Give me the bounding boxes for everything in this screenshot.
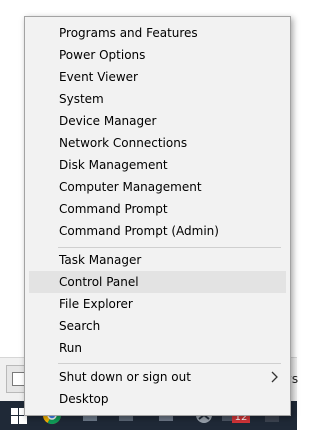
menu-item-label: Network Connections bbox=[59, 136, 188, 150]
menu-separator bbox=[58, 247, 281, 248]
menu-item-label: Search bbox=[59, 319, 101, 333]
menu-item-label: Control Panel bbox=[59, 275, 139, 289]
menu-item-programs-and-features[interactable]: Programs and Features bbox=[29, 22, 286, 44]
menu-item-label: Disk Management bbox=[59, 158, 168, 172]
menu-item-system[interactable]: System bbox=[29, 88, 286, 110]
menu-item-label: File Explorer bbox=[59, 297, 133, 311]
menu-item-control-panel[interactable]: Control Panel bbox=[29, 271, 286, 293]
menu-item-label: Task Manager bbox=[59, 253, 142, 267]
menu-item-shut-down-or-sign-out[interactable]: Shut down or sign out bbox=[29, 366, 286, 388]
menu-item-label: System bbox=[59, 92, 104, 106]
menu-item-label: Run bbox=[59, 341, 83, 355]
menu-item-disk-management[interactable]: Disk Management bbox=[29, 154, 286, 176]
menu-item-label: Device Manager bbox=[59, 114, 157, 128]
menu-item-power-options[interactable]: Power Options bbox=[29, 44, 286, 66]
menu-item-computer-management[interactable]: Computer Management bbox=[29, 176, 286, 198]
menu-item-label: Command Prompt bbox=[59, 202, 168, 216]
menu-item-file-explorer[interactable]: File Explorer bbox=[29, 293, 286, 315]
menu-item-label: Event Viewer bbox=[59, 70, 138, 84]
menu-item-label: Programs and Features bbox=[59, 26, 198, 40]
menu-item-label: Command Prompt (Admin) bbox=[59, 224, 219, 238]
menu-item-command-prompt[interactable]: Command Prompt bbox=[29, 198, 286, 220]
menu-item-device-manager[interactable]: Device Manager bbox=[29, 110, 286, 132]
menu-item-desktop[interactable]: Desktop bbox=[29, 388, 286, 410]
menu-item-search[interactable]: Search bbox=[29, 315, 286, 337]
menu-item-event-viewer[interactable]: Event Viewer bbox=[29, 66, 286, 88]
menu-item-label: Desktop bbox=[59, 392, 109, 406]
menu-separator bbox=[58, 363, 281, 364]
menu-item-network-connections[interactable]: Network Connections bbox=[29, 132, 286, 154]
menu-item-label: Power Options bbox=[59, 48, 146, 62]
menu-item-run[interactable]: Run bbox=[29, 337, 286, 359]
menu-item-task-manager[interactable]: Task Manager bbox=[29, 249, 286, 271]
menu-item-label: Computer Management bbox=[59, 180, 202, 194]
menu-item-label: Shut down or sign out bbox=[59, 370, 191, 384]
winx-context-menu: Programs and Features Power Options Even… bbox=[24, 16, 291, 416]
chevron-right-icon bbox=[271, 371, 278, 383]
menu-item-command-prompt-admin[interactable]: Command Prompt (Admin) bbox=[29, 220, 286, 242]
